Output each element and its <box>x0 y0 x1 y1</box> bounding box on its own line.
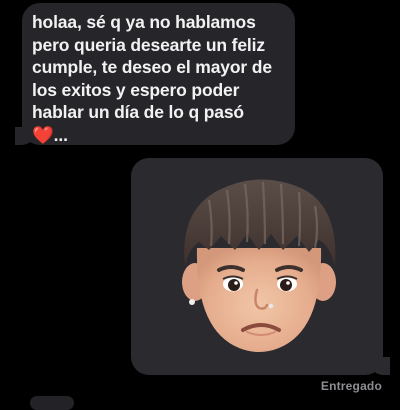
bubble-tail <box>370 357 390 375</box>
incoming-message-bubble[interactable]: holaa, sé q ya no hablamos pero queria d… <box>9 3 295 146</box>
sad-memoji-icon <box>182 179 336 352</box>
heart-emoji: ❤️ <box>32 124 54 145</box>
outgoing-memoji-bubble[interactable] <box>131 158 396 375</box>
message-thread: holaa, sé q ya no hablamos pero queria d… <box>0 0 400 410</box>
message-ellipsis: ... <box>53 124 68 145</box>
incoming-message-text: holaa, sé q ya no hablamos pero queria d… <box>32 11 283 146</box>
delivery-status: Entregado <box>320 379 382 393</box>
next-message-bubble-partial <box>30 396 74 410</box>
message-body: holaa, sé q ya no hablamos pero queria d… <box>32 12 272 122</box>
